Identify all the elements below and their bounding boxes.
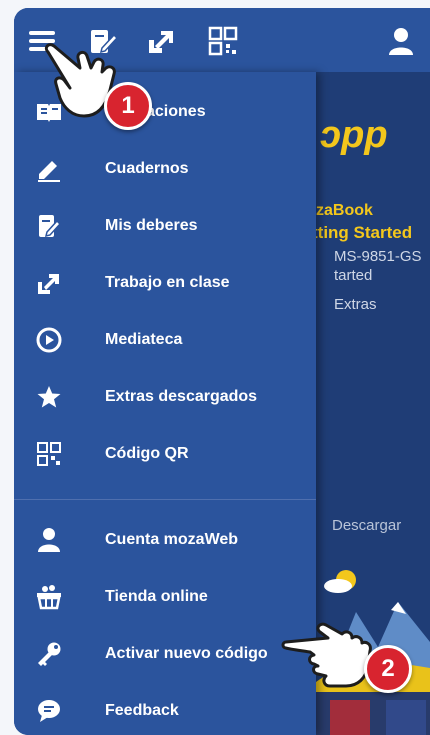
menu-item-activar-nuevo-codigo[interactable]: Activar nuevo código [14, 625, 316, 682]
menu-label: Trabajo en clase [105, 273, 230, 291]
menu-label: Extras descargados [105, 387, 258, 405]
step-badge-2: 2 [364, 645, 412, 693]
star-icon [36, 384, 62, 410]
app-logo: ɔpp [320, 114, 388, 156]
menu-label: Activar nuevo código [105, 644, 268, 662]
download-button[interactable]: Descargar [332, 517, 401, 534]
menu-item-cuenta-mozaweb[interactable]: Cuenta mozaWeb [14, 511, 316, 568]
menu-item-feedback[interactable]: Feedback [14, 682, 316, 735]
key-icon [36, 641, 62, 667]
menu-item-cuadernos[interactable]: Cuadernos [14, 140, 316, 197]
book-code: MS-9851-GS [334, 248, 422, 265]
step-badge-1: 1 [104, 82, 152, 130]
menu-label: Feedback [105, 701, 179, 719]
menu-item-tienda-online[interactable]: Tienda online [14, 568, 316, 625]
qr-toolbar-icon[interactable] [208, 26, 238, 56]
menu-item-trabajo-en-clase[interactable]: Trabajo en clase [14, 254, 316, 311]
book-title[interactable]: zaBook [316, 202, 373, 220]
feedback-icon [36, 698, 62, 724]
homework-icon [36, 213, 62, 239]
menu-item-codigo-qr[interactable]: Código QR [14, 425, 316, 482]
menu-divider [14, 499, 316, 500]
menu-label: Tienda online [105, 587, 208, 605]
user-account-icon[interactable] [386, 26, 416, 56]
qr-icon [36, 441, 62, 467]
basket-icon [36, 584, 62, 610]
menu-item-extras-descargados[interactable]: Extras descargados [14, 368, 316, 425]
book-status: tarted [334, 267, 373, 284]
user-icon [36, 527, 62, 553]
menu-label: Mis deberes [105, 216, 198, 234]
navigation-drawer: aciones Cuadernos Mis deberes Trabajo en… [14, 72, 316, 735]
menu-label: Mediateca [105, 330, 183, 348]
classwork-toolbar-icon[interactable] [146, 26, 176, 56]
menu-label: Código QR [105, 444, 189, 462]
book-subtitle[interactable]: tting Started [316, 223, 412, 243]
media-icon [36, 327, 62, 353]
extras-link[interactable]: Extras [334, 296, 377, 313]
menu-label: Cuenta mozaWeb [105, 530, 239, 548]
menu-item-mis-deberes[interactable]: Mis deberes [14, 197, 316, 254]
classwork-icon [36, 270, 62, 296]
menu-label: Cuadernos [105, 159, 189, 177]
menu-item-mediateca[interactable]: Mediateca [14, 311, 316, 368]
menu-label: aciones [146, 102, 206, 120]
pencil-icon [36, 156, 62, 182]
